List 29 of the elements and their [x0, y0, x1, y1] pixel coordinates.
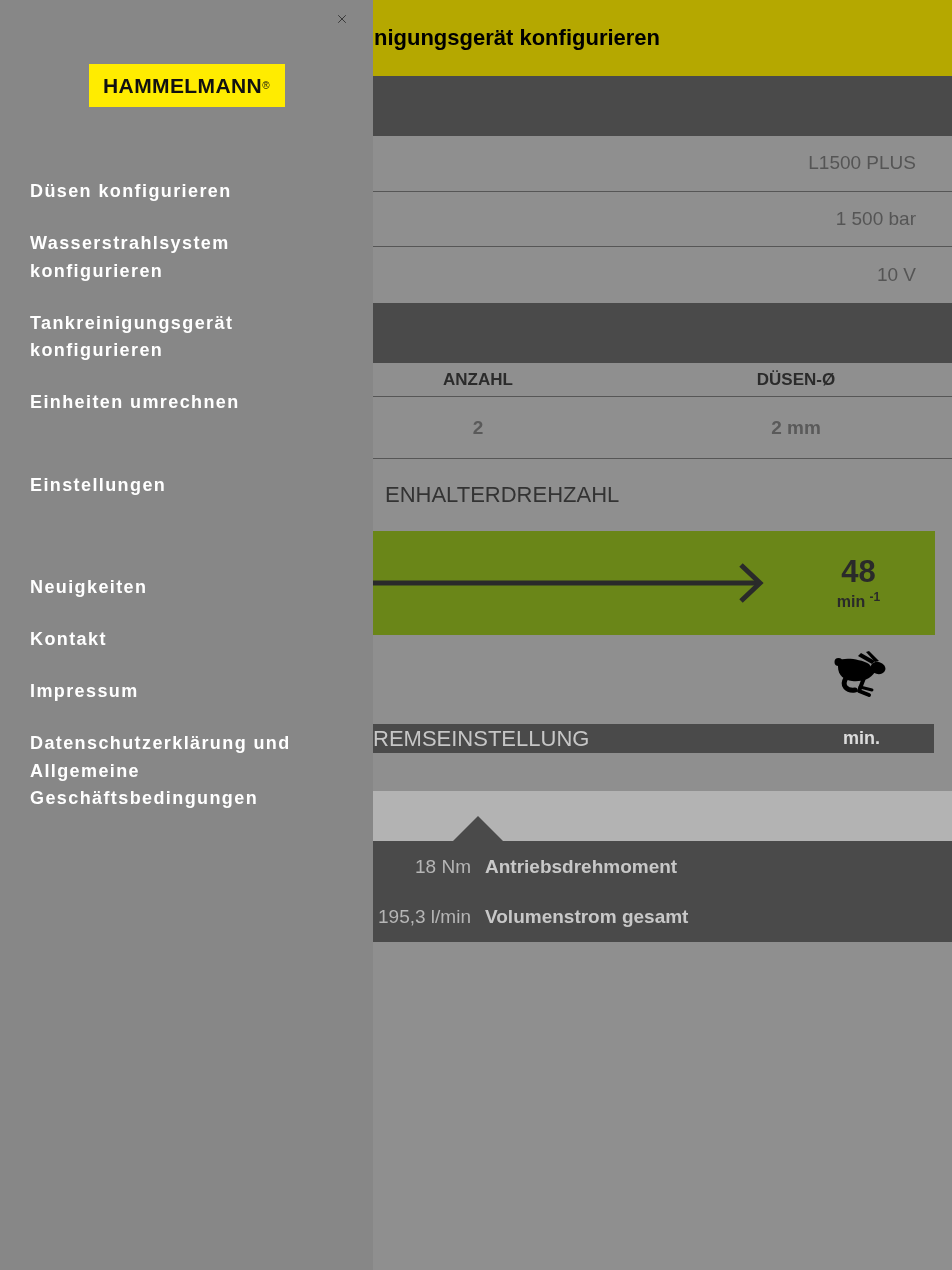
menu-item[interactable]: Impressum: [30, 678, 139, 706]
close-icon: [335, 12, 349, 26]
close-button[interactable]: [335, 12, 349, 26]
menu-item[interactable]: Einheiten umrechnen: [30, 389, 240, 417]
menu-item[interactable]: Wasserstrahlsystem konfigurieren: [30, 230, 330, 285]
brake-setting-value: min.: [843, 728, 880, 750]
spec-value: 10 V: [876, 264, 916, 287]
brand-logo: HAMMELMANN$^{®}$: [88, 64, 285, 107]
spec-value: L1500 PLUS: [808, 152, 916, 175]
result-value: 195,3 l/min: [377, 906, 471, 929]
section-heading: REMSEINSTELLUNG: [373, 725, 590, 754]
rabbit-icon: [834, 650, 886, 699]
menu-item[interactable]: Düsen konfigurieren: [30, 178, 232, 206]
arrow-icon: [373, 563, 764, 604]
menu-item[interactable]: Datenschutzerklärung und Allgemeine Geschäftsbedingungen: [30, 730, 330, 813]
result-label: Antriebsdrehmoment: [485, 856, 678, 879]
spec-value: 1 500 bar: [835, 208, 916, 231]
menu-item[interactable]: Neuigkeiten: [30, 574, 148, 602]
column-header: ANZAHL: [443, 369, 513, 390]
page-title: nigungsgerät konfigurieren: [374, 25, 661, 51]
menu-item[interactable]: Tankreinigungsgerät konfigurieren: [30, 309, 330, 365]
menu-item[interactable]: Einstellungen: [30, 472, 167, 500]
section-heading: ENHALTERDREHZAHL: [385, 482, 620, 509]
result-label: Volumenstrom gesamt: [485, 906, 689, 929]
result-value: 18 Nm: [414, 856, 471, 879]
speed-unit: min $^{-1}$: [836, 592, 881, 611]
menu-item[interactable]: Kontakt: [30, 626, 107, 654]
column-header: DÜSEN-Ø: [756, 369, 836, 390]
speed-value: 48: [841, 555, 876, 587]
